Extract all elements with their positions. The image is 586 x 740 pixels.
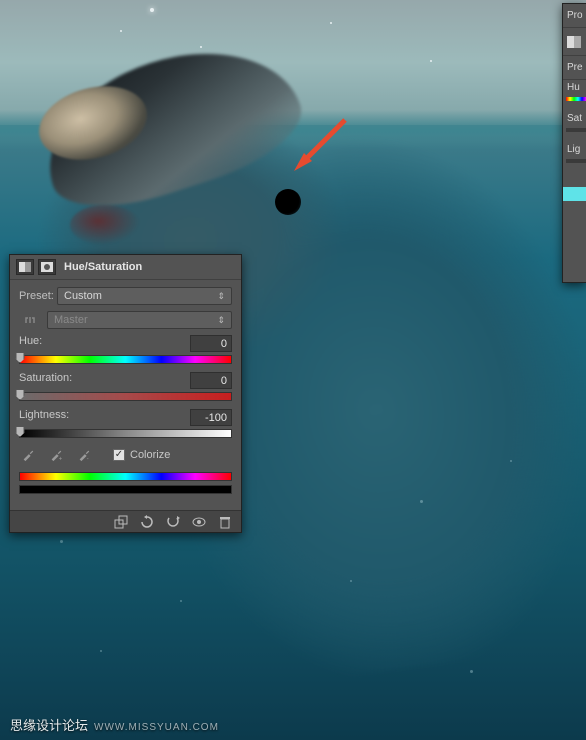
shark-blood bbox=[70, 205, 140, 245]
lightness-slider-thumb[interactable] bbox=[16, 426, 25, 437]
hue-value-input[interactable]: 0 bbox=[190, 335, 232, 352]
lightness-block: Lightness: -100 bbox=[19, 409, 232, 438]
bubble bbox=[470, 670, 473, 673]
range-row: Master ⇕ bbox=[19, 311, 232, 329]
panel-title: Hue/Saturation bbox=[64, 261, 142, 273]
preset-row: Preset: Custom ⇕ bbox=[19, 287, 232, 305]
saturation-label: Saturation: bbox=[19, 372, 72, 389]
hue-block: Hue: 0 bbox=[19, 335, 232, 364]
watermark-sub: WWW.MISSYUAN.COM bbox=[94, 722, 219, 733]
targeted-adjust-icon[interactable] bbox=[19, 312, 41, 328]
lightness-slider-track[interactable] bbox=[19, 429, 232, 438]
eyedropper-subtract-icon[interactable]: - bbox=[75, 446, 93, 464]
star bbox=[120, 30, 122, 32]
watermark: 思缘设计论坛 WWW.MISSYUAN.COM bbox=[10, 715, 219, 734]
bubble bbox=[510, 460, 512, 462]
input-color-bar[interactable] bbox=[19, 472, 232, 481]
bubble bbox=[100, 650, 102, 652]
mask-icon bbox=[38, 259, 56, 275]
colorize-checkbox[interactable]: ✓ Colorize bbox=[113, 449, 170, 461]
saturation-value-input[interactable]: 0 bbox=[190, 372, 232, 389]
visibility-toggle-icon[interactable] bbox=[191, 514, 207, 530]
lightness-value: -100 bbox=[205, 412, 227, 424]
preset-row-right[interactable]: Pre bbox=[563, 56, 586, 80]
saturation-slider-track[interactable] bbox=[19, 392, 232, 401]
bubble bbox=[350, 580, 352, 582]
hue-slider-right[interactable] bbox=[566, 97, 586, 101]
eyedropper-icon[interactable] bbox=[19, 446, 37, 464]
lightness-value-input[interactable]: -100 bbox=[190, 409, 232, 426]
saturation-slider-thumb[interactable] bbox=[16, 389, 25, 400]
previous-state-icon[interactable] bbox=[139, 514, 155, 530]
adjustment-icon-row bbox=[563, 28, 586, 56]
preset-select[interactable]: Custom ⇕ bbox=[57, 287, 232, 305]
reset-icon[interactable] bbox=[165, 514, 181, 530]
hue-sat-adjustment-icon bbox=[567, 36, 581, 48]
star bbox=[150, 8, 154, 12]
saturation-block: Saturation: 0 bbox=[19, 372, 232, 401]
shark-eye bbox=[275, 189, 301, 215]
output-color-bar[interactable] bbox=[19, 485, 232, 494]
bubble bbox=[60, 540, 63, 543]
adjustment-layer-icon bbox=[16, 259, 34, 275]
preset-label: Preset: bbox=[19, 290, 57, 302]
hue-value: 0 bbox=[221, 338, 227, 350]
hue-label-right: Hu bbox=[563, 80, 586, 94]
sat-label-right: Sat bbox=[563, 111, 586, 125]
eyedropper-row: + - ✓ Colorize bbox=[19, 446, 232, 464]
eyedropper-add-icon[interactable]: + bbox=[47, 446, 65, 464]
checkbox-checked-icon: ✓ bbox=[113, 449, 125, 461]
star bbox=[330, 22, 332, 24]
chevron-updown-icon: ⇕ bbox=[217, 291, 225, 302]
svg-text:+: + bbox=[59, 455, 63, 462]
chevron-updown-icon: ⇕ bbox=[217, 315, 225, 326]
bubble bbox=[420, 500, 423, 503]
lightness-slider-right[interactable] bbox=[566, 159, 586, 163]
hue-saturation-panel[interactable]: Hue/Saturation Preset: Custom ⇕ Master ⇕… bbox=[9, 254, 242, 533]
lightness-label: Lightness: bbox=[19, 409, 69, 426]
hue-slider-thumb[interactable] bbox=[16, 352, 25, 363]
bubble bbox=[180, 600, 182, 602]
light-label-right: Lig bbox=[563, 142, 586, 156]
saturation-value: 0 bbox=[221, 375, 227, 387]
hue-slider-track[interactable] bbox=[19, 355, 232, 364]
color-swatch-right bbox=[563, 187, 586, 201]
saturation-slider-right[interactable] bbox=[566, 128, 586, 132]
panel-footer bbox=[10, 510, 241, 532]
color-range-bars bbox=[19, 472, 232, 494]
clip-to-layer-icon[interactable] bbox=[113, 514, 129, 530]
hue-label: Hue: bbox=[19, 335, 42, 352]
properties-panel-cropped[interactable]: Pro Pre Hu Sat Lig bbox=[562, 3, 586, 283]
preset-label-right: Pre bbox=[567, 62, 583, 73]
panel-body: Preset: Custom ⇕ Master ⇕ Hue: 0 bbox=[10, 280, 241, 500]
panel-header[interactable]: Hue/Saturation bbox=[10, 255, 241, 280]
trash-icon[interactable] bbox=[217, 514, 233, 530]
preset-value: Custom bbox=[64, 290, 102, 302]
edit-range-value: Master bbox=[54, 314, 88, 326]
svg-text:-: - bbox=[87, 455, 89, 462]
star bbox=[200, 46, 202, 48]
properties-tab-label: Pro bbox=[567, 10, 583, 21]
edit-range-select[interactable]: Master ⇕ bbox=[47, 311, 232, 329]
properties-tab[interactable]: Pro bbox=[563, 4, 586, 28]
colorize-label: Colorize bbox=[130, 449, 170, 461]
watermark-main: 思缘设计论坛 bbox=[10, 715, 88, 734]
